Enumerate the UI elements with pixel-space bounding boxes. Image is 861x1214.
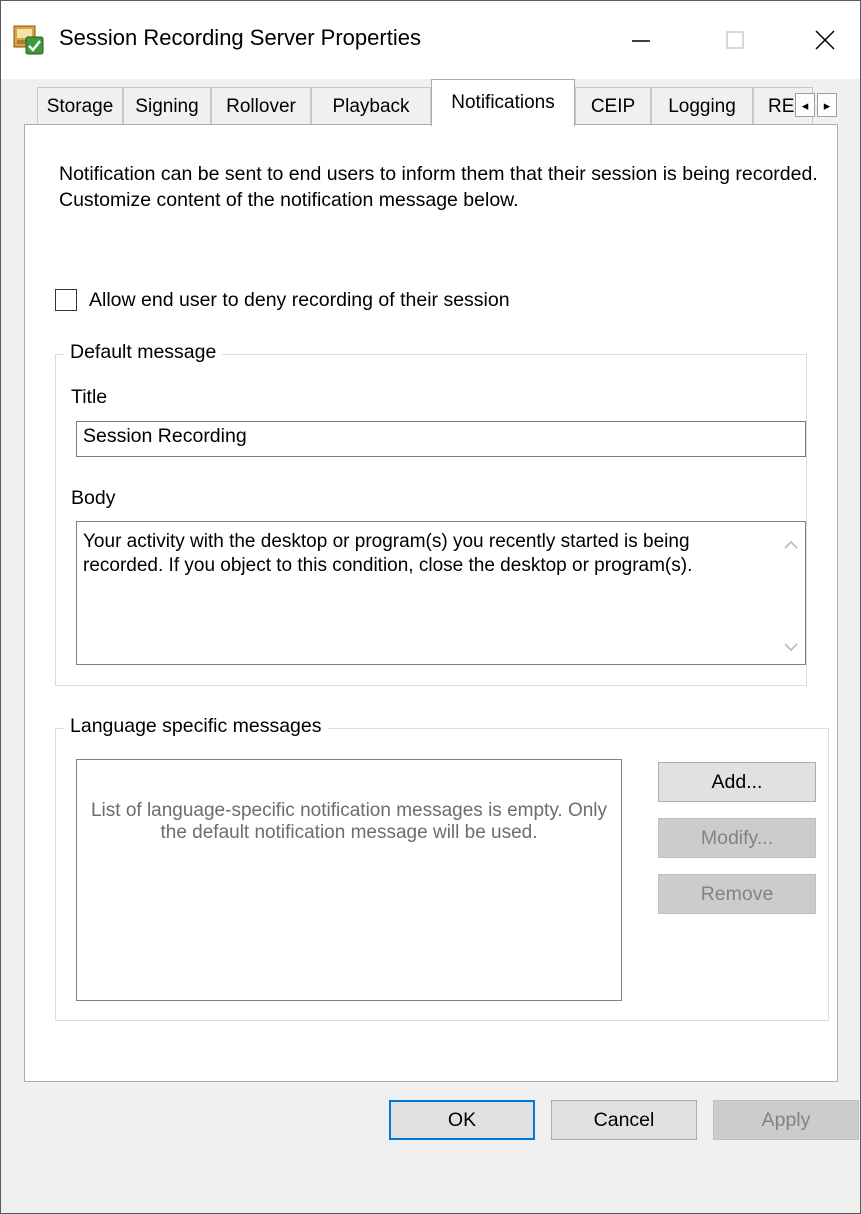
- body-text: Your activity with the desktop or progra…: [83, 531, 693, 576]
- language-messages-list[interactable]: List of language-specific notification m…: [76, 759, 622, 1001]
- apply-button[interactable]: Apply: [713, 1100, 859, 1140]
- intro-text: Notification can be sent to end users to…: [59, 163, 818, 211]
- close-icon: [815, 30, 835, 50]
- minimize-button[interactable]: [595, 1, 687, 79]
- default-message-legend: Default message: [64, 341, 223, 364]
- window-title: Session Recording Server Properties: [59, 25, 421, 50]
- cancel-button[interactable]: Cancel: [551, 1100, 697, 1140]
- maximize-icon: [726, 31, 744, 49]
- tab-signing[interactable]: Signing: [123, 87, 211, 125]
- list-empty-text: List of language-specific notification m…: [90, 800, 608, 843]
- chevron-right-icon: ▸: [823, 97, 831, 113]
- allow-deny-checkbox[interactable]: [55, 289, 77, 311]
- tab-logging[interactable]: Logging: [651, 87, 753, 125]
- tab-rollover[interactable]: Rollover: [211, 87, 311, 125]
- tab-playback[interactable]: Playback: [311, 87, 431, 125]
- modify-button[interactable]: Modify...: [658, 818, 816, 858]
- session-recording-server-icon: [13, 25, 45, 55]
- body-label: Body: [71, 487, 116, 509]
- tab-scroll-right-button[interactable]: ▸: [817, 93, 837, 117]
- add-button[interactable]: Add...: [658, 762, 816, 802]
- tab-strip: Storage Signing Rollover Playback Notifi…: [25, 79, 861, 126]
- notifications-tab-panel: Notification can be sent to end users to…: [24, 124, 838, 1082]
- title-bar[interactable]: Session Recording Server Properties: [1, 1, 860, 79]
- tab-ceip[interactable]: CEIP: [575, 87, 651, 125]
- default-message-group: Default message Title Session Recording …: [55, 341, 807, 686]
- language-messages-legend: Language specific messages: [64, 715, 328, 738]
- chevron-left-icon: ◂: [801, 97, 809, 113]
- properties-dialog: Session Recording Server Properties Stor…: [0, 0, 861, 1214]
- maximize-button[interactable]: [689, 1, 781, 79]
- body-textarea[interactable]: Your activity with the desktop or progra…: [76, 521, 806, 665]
- title-input[interactable]: Session Recording: [76, 421, 806, 457]
- title-label: Title: [71, 386, 108, 408]
- tab-scroll-left-button[interactable]: ◂: [795, 93, 815, 117]
- tab-storage[interactable]: Storage: [37, 87, 123, 125]
- minimize-icon: [632, 40, 650, 42]
- ok-button[interactable]: OK: [389, 1100, 535, 1140]
- close-button[interactable]: [779, 1, 861, 79]
- chevron-down-icon: [784, 643, 798, 651]
- allow-deny-checkbox-row[interactable]: Allow end user to deny recording of thei…: [55, 287, 510, 313]
- language-messages-group: Language specific messages List of langu…: [55, 715, 829, 1021]
- scroll-down-button[interactable]: [783, 640, 799, 654]
- allow-deny-label: Allow end user to deny recording of thei…: [89, 288, 510, 311]
- chevron-up-icon: [784, 541, 798, 549]
- scroll-up-button[interactable]: [783, 538, 799, 552]
- tab-notifications[interactable]: Notifications: [431, 79, 575, 126]
- remove-button[interactable]: Remove: [658, 874, 816, 914]
